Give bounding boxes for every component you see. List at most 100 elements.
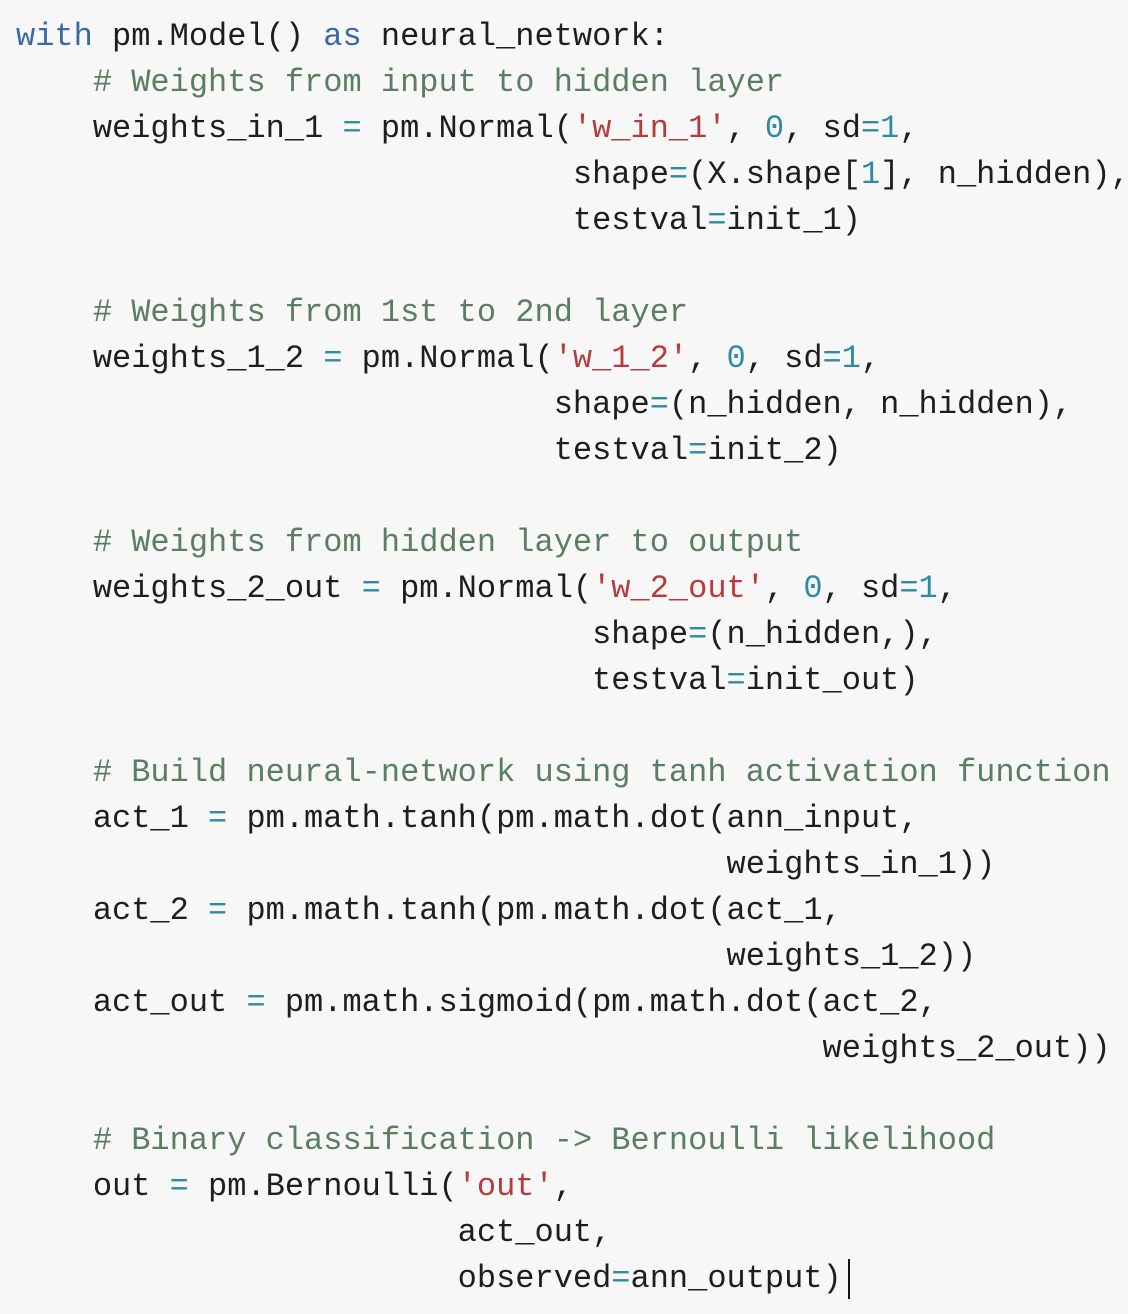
code-token-op: = <box>707 202 727 239</box>
text-cursor <box>847 1258 850 1299</box>
code-line: # Weights from input to hidden layer <box>16 60 1128 106</box>
code-token-text: pm.math.tanh(pm.math.dot(ann_input, <box>227 800 919 837</box>
code-token-text: act_2 <box>16 892 209 929</box>
code-token-text: act_out <box>16 984 247 1021</box>
code-token-op: = <box>611 1260 631 1297</box>
code-line: shape=(n_hidden,), <box>16 612 1128 658</box>
code-token-text: weights_in_1)) <box>16 846 996 883</box>
code-token-text: shape <box>16 616 689 653</box>
code-line: act_1 = pm.math.tanh(pm.math.dot(ann_inp… <box>16 796 1128 842</box>
code-token-text: , sd <box>745 340 823 377</box>
code-token-text: (n_hidden, n_hidden), <box>668 386 1073 423</box>
code-token-op: = <box>342 110 362 147</box>
code-token-text: neural_network: <box>361 18 669 55</box>
code-token-text: weights_1_2 <box>16 340 324 377</box>
code-token-num: 0 <box>726 340 746 377</box>
code-token-str: 'w_2_out' <box>592 570 765 607</box>
code-token-text: , sd <box>784 110 861 147</box>
code-token-text: act_1 <box>16 800 209 837</box>
code-token-text: , <box>937 570 957 607</box>
code-token-num: 1 <box>918 570 938 607</box>
code-line: out = pm.Bernoulli('out', <box>16 1164 1128 1210</box>
code-token-text: pm.Normal( <box>380 570 593 607</box>
code-token-text: init_2) <box>707 432 842 469</box>
code-token-text: , <box>726 110 765 147</box>
code-line: testval=init_1) <box>16 198 1128 244</box>
code-line: act_2 = pm.math.tanh(pm.math.dot(act_1, <box>16 888 1128 934</box>
code-token-op: = <box>668 156 689 193</box>
code-token-op: = <box>246 984 266 1021</box>
code-line: weights_2_out = pm.Normal('w_2_out', 0, … <box>16 566 1128 612</box>
code-token-text: weights_1_2)) <box>16 938 977 975</box>
code-token-comment: # Weights from input to hidden layer <box>92 64 785 101</box>
code-line: weights_1_2 = pm.Normal('w_1_2', 0, sd=1… <box>16 336 1128 382</box>
code-token-text: (X.shape[ <box>688 156 861 193</box>
code-token-op: = <box>323 340 343 377</box>
code-line: testval=init_out) <box>16 658 1128 704</box>
code-line: # Build neural-network using tanh activa… <box>16 750 1128 796</box>
code-line: weights_in_1)) <box>16 842 1128 888</box>
code-token-num: 0 <box>764 110 785 147</box>
code-line: shape=(n_hidden, n_hidden), <box>16 382 1128 428</box>
code-token-text: , <box>688 340 727 377</box>
code-token-op: = <box>688 616 708 653</box>
code-token-text: pm.Normal( <box>361 110 573 147</box>
code-token-comment: # Build neural-network using tanh activa… <box>92 754 1111 791</box>
code-line: # Weights from hidden layer to output <box>16 520 1128 566</box>
code-line: with pm.Model() as neural_network: <box>16 14 1128 60</box>
code-token-text: out <box>16 1168 170 1205</box>
code-line: weights_in_1 = pm.Normal('w_in_1', 0, sd… <box>16 106 1128 152</box>
code-token-num: 1 <box>841 340 861 377</box>
code-token-text: pm.math.sigmoid(pm.math.dot(act_2, <box>265 984 938 1021</box>
code-token-text: , <box>764 570 804 607</box>
code-token-op: = <box>649 386 669 423</box>
code-token-text: testval <box>16 662 727 699</box>
code-token-op: = <box>822 340 842 377</box>
code-token-text: shape <box>16 386 650 423</box>
code-token-op: = <box>208 800 228 837</box>
code-token-text: testval <box>16 432 689 469</box>
code-line: observed=ann_output) <box>16 1256 1128 1302</box>
code-token-str: 'w_in_1' <box>572 110 727 147</box>
code-token-op: = <box>899 570 919 607</box>
code-token-text: , <box>860 340 881 377</box>
code-line: testval=init_2) <box>16 428 1128 474</box>
code-line: shape=(X.shape[1], n_hidden), <box>16 152 1128 198</box>
code-token-text: pm.Normal( <box>342 340 554 377</box>
code-token-text: weights_in_1 <box>16 110 343 147</box>
code-token-text: (n_hidden,), <box>707 616 938 653</box>
code-token-str: 'out' <box>457 1168 554 1205</box>
code-token-text: ], n_hidden), <box>880 156 1128 193</box>
code-token-op: = <box>860 110 881 147</box>
code-token-text: pm.Bernoulli( <box>188 1168 458 1205</box>
code-token-num: 1 <box>860 156 881 193</box>
code-token-op: = <box>361 570 381 607</box>
code-token-text: init_out) <box>745 662 919 699</box>
code-token-comment: # Weights from 1st to 2nd layer <box>92 294 689 331</box>
code-line: act_out, <box>16 1210 1128 1256</box>
code-token-text: observed <box>16 1260 612 1297</box>
code-line: weights_1_2)) <box>16 934 1128 980</box>
code-token-op: = <box>169 1168 189 1205</box>
code-token-kw: as <box>323 18 362 55</box>
code-token-comment: # Weights from hidden layer to output <box>92 524 804 561</box>
code-line: act_out = pm.math.sigmoid(pm.math.dot(ac… <box>16 980 1128 1026</box>
code-block[interactable]: with pm.Model() as neural_network: # Wei… <box>16 14 1128 1302</box>
code-editor[interactable]: with pm.Model() as neural_network: # Wei… <box>0 0 1128 1314</box>
code-token-text: , <box>899 110 919 147</box>
code-token-text: shape <box>16 156 669 193</box>
code-token-text: testval <box>16 202 708 239</box>
code-line: # Binary classification -> Bernoulli lik… <box>16 1118 1128 1164</box>
code-token-kw: with <box>16 18 93 55</box>
code-token-text: init_1) <box>726 202 861 239</box>
code-token-op: = <box>208 892 228 929</box>
